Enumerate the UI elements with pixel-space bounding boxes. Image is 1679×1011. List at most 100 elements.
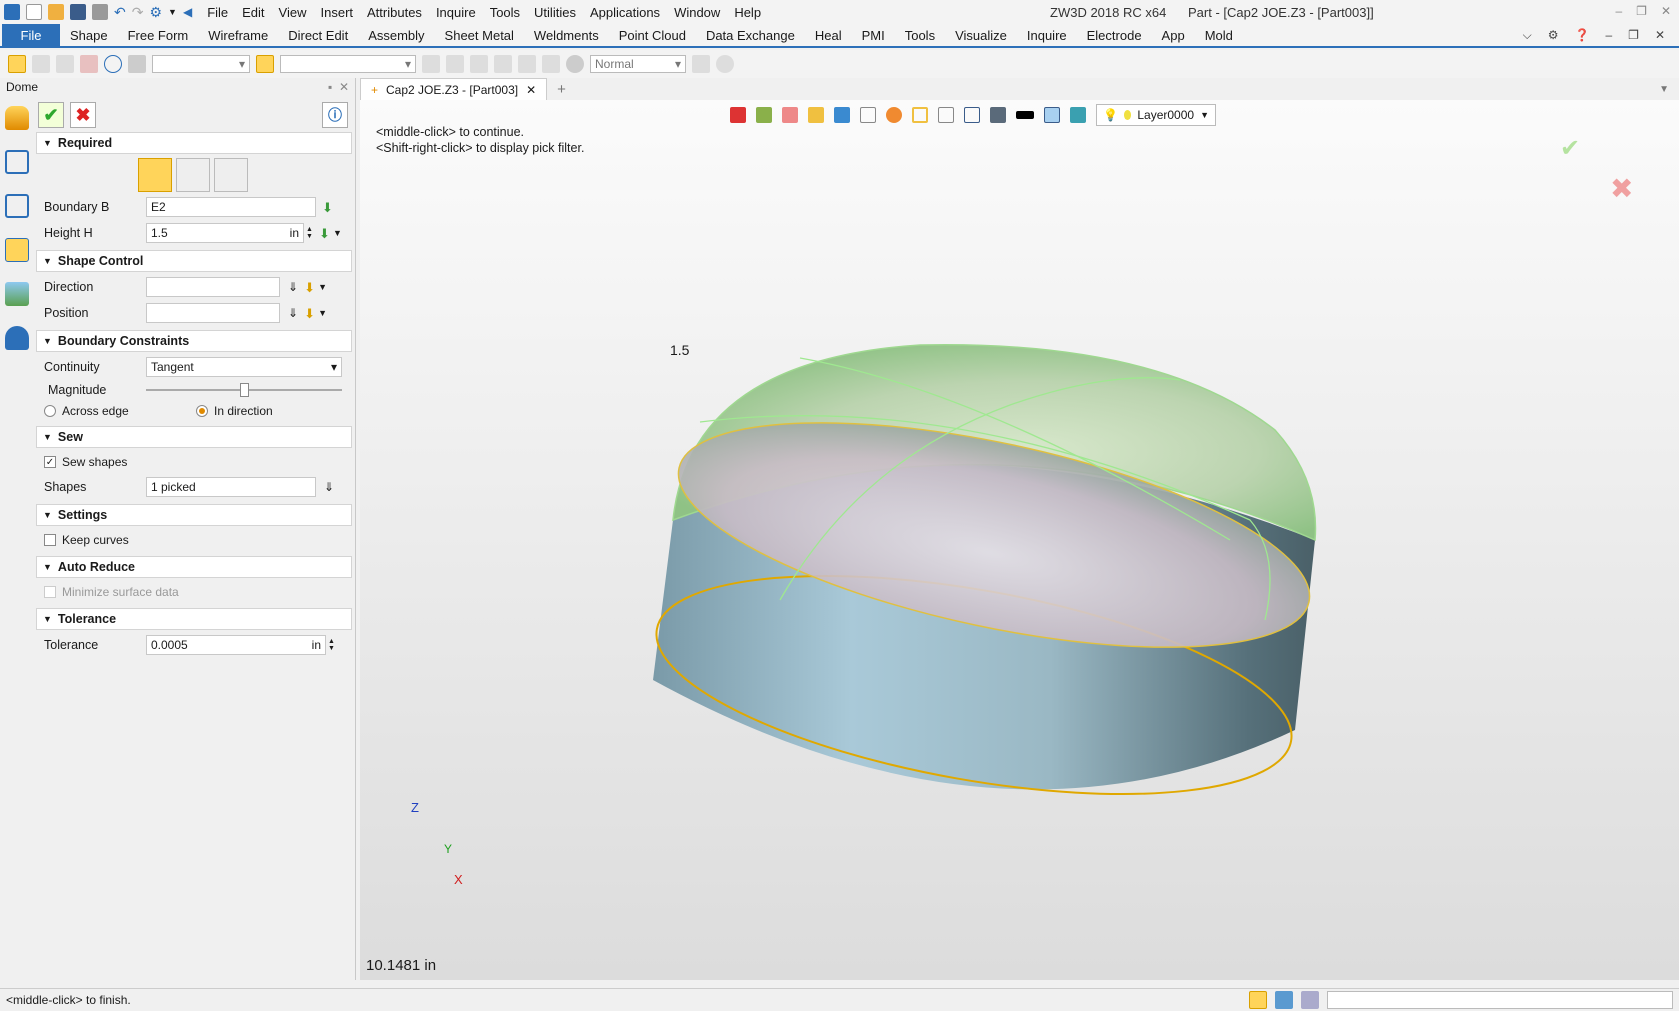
sew-shapes-checkbox[interactable]: ✓ <box>44 456 56 468</box>
panel-pin-icon[interactable]: ▪ <box>328 80 332 94</box>
tab-inquire[interactable]: Inquire <box>1017 28 1077 43</box>
doc-close-icon[interactable]: ✕ <box>1655 28 1665 43</box>
tolerance-field[interactable]: 0.0005 in <box>146 635 326 655</box>
filter-icon[interactable] <box>128 55 146 73</box>
filter-dropdown[interactable]: ▾ <box>152 55 250 73</box>
menu-file[interactable]: File <box>200 5 235 20</box>
pick-height-icon[interactable]: ⬇ <box>319 226 333 241</box>
section-sew[interactable]: Sew <box>36 426 352 448</box>
render-icon[interactable] <box>566 55 584 73</box>
ribbon-collapse-icon[interactable]: ⌵ <box>1523 28 1532 43</box>
menu-applications[interactable]: Applications <box>583 5 667 20</box>
hexagon-icon[interactable] <box>104 55 122 73</box>
save-icon[interactable] <box>70 4 86 20</box>
tab-pmi[interactable]: PMI <box>852 28 895 43</box>
panel-close-icon[interactable]: ✕ <box>339 80 349 94</box>
tab-overflow-icon[interactable]: ▼ <box>1659 84 1669 95</box>
render-mode-select[interactable]: Normal ▾ <box>590 55 686 73</box>
status-view-icon-1[interactable] <box>1249 991 1267 1009</box>
pick-dropdown[interactable]: ▾ <box>280 55 416 73</box>
file-tab[interactable]: File <box>2 24 60 46</box>
snap-icon-5[interactable] <box>518 55 536 73</box>
across-edge-radio[interactable] <box>44 405 56 417</box>
height-spinner[interactable]: ▲ ▼ <box>306 226 313 240</box>
menu-help[interactable]: Help <box>727 5 768 20</box>
smart-pick-icon[interactable] <box>256 55 274 73</box>
gear-select-icon[interactable]: ⚙ <box>149 4 162 21</box>
tab-weldments[interactable]: Weldments <box>524 28 609 43</box>
doc-restore-icon[interactable]: ❐ <box>1628 28 1639 43</box>
feature-icon[interactable] <box>5 106 29 130</box>
redo-icon[interactable]: ↷ <box>132 4 144 21</box>
direction-dropdown-icon[interactable]: ▼ <box>318 282 327 292</box>
menu-view[interactable]: View <box>272 5 314 20</box>
print-icon[interactable] <box>92 4 108 20</box>
snap-icon-1[interactable] <box>422 55 440 73</box>
tree-icon[interactable] <box>5 194 29 218</box>
shapes-field[interactable]: 1 picked <box>146 477 316 497</box>
minimize-checkbox[interactable] <box>44 586 56 598</box>
section-required[interactable]: Required <box>36 132 352 154</box>
restore-icon[interactable]: ❐ <box>1636 4 1647 18</box>
tab-mold[interactable]: Mold <box>1195 28 1243 43</box>
menu-utilities[interactable]: Utilities <box>527 5 583 20</box>
cancel-button[interactable]: ✖ <box>70 102 96 128</box>
menu-edit[interactable]: Edit <box>235 5 271 20</box>
back-arrow-icon[interactable]: ◀ <box>183 5 192 19</box>
tab-data-exchange[interactable]: Data Exchange <box>696 28 805 43</box>
tab-direct-edit[interactable]: Direct Edit <box>278 28 358 43</box>
across-edge-option[interactable]: Across edge <box>44 404 196 418</box>
position-dropdown-icon[interactable]: ▼ <box>318 308 327 318</box>
pick-boundary-icon[interactable]: ⬇ <box>322 200 336 215</box>
minimize-icon[interactable]: – <box>1615 4 1622 18</box>
history-icon[interactable] <box>5 150 29 174</box>
dropdown-icon[interactable]: ▼ <box>168 7 177 17</box>
tab-visualize[interactable]: Visualize <box>945 28 1017 43</box>
tab-heal[interactable]: Heal <box>805 28 852 43</box>
status-input[interactable] <box>1327 991 1673 1009</box>
status-view-icon-3[interactable] <box>1301 991 1319 1009</box>
open-folder-icon[interactable] <box>48 4 64 20</box>
graphics-viewport[interactable]: 💡 Layer0000 ▼ <middle-click> to continue… <box>360 100 1679 980</box>
settings-gear-icon[interactable]: ⚙ <box>1548 28 1559 43</box>
app-logo-icon[interactable] <box>4 4 20 20</box>
section-shape-control[interactable]: Shape Control <box>36 250 352 272</box>
doc-tab[interactable]: + Cap2 JOE.Z3 - [Part003] ✕ <box>360 78 548 100</box>
undo-icon[interactable]: ↶ <box>114 4 126 21</box>
new-file-icon[interactable] <box>26 4 42 20</box>
in-direction-radio[interactable] <box>196 405 208 417</box>
info-button[interactable]: ⓘ <box>322 102 348 128</box>
boundary-field[interactable]: E2 <box>146 197 316 217</box>
magnitude-slider-thumb[interactable] <box>239 383 249 397</box>
new-tab-icon[interactable]: + <box>557 81 566 98</box>
target-icon[interactable] <box>716 55 734 73</box>
doc-minimize-icon[interactable]: – <box>1605 28 1612 43</box>
menu-insert[interactable]: Insert <box>314 5 361 20</box>
menu-attributes[interactable]: Attributes <box>360 5 429 20</box>
keep-curves-checkbox[interactable] <box>44 534 56 546</box>
magnitude-slider[interactable] <box>146 383 342 397</box>
remove-icon[interactable] <box>56 55 74 73</box>
snap-icon-6[interactable] <box>542 55 560 73</box>
close-icon[interactable]: ✕ <box>1661 4 1671 18</box>
snap-icon-4[interactable] <box>494 55 512 73</box>
part-icon[interactable] <box>5 238 29 262</box>
in-direction-option[interactable]: In direction <box>196 404 273 418</box>
tab-free-form[interactable]: Free Form <box>118 28 199 43</box>
menu-inquire[interactable]: Inquire <box>429 5 483 20</box>
dome-type-round-button[interactable] <box>138 158 172 192</box>
section-settings[interactable]: Settings <box>36 504 352 526</box>
dome-type-cap-button[interactable] <box>176 158 210 192</box>
height-field[interactable]: 1.5 in <box>146 223 304 243</box>
position-field[interactable] <box>146 303 280 323</box>
direction-field[interactable] <box>146 277 280 297</box>
image-icon[interactable] <box>5 282 29 306</box>
select-mode-icon[interactable] <box>80 55 98 73</box>
pick-filter-icon[interactable] <box>8 55 26 73</box>
pick-position-icon[interactable]: ⬇ <box>304 306 318 321</box>
tab-assembly[interactable]: Assembly <box>358 28 434 43</box>
tab-point-cloud[interactable]: Point Cloud <box>609 28 696 43</box>
continuity-select[interactable]: Tangent ▾ <box>146 357 342 377</box>
pick-direction-icon[interactable]: ⬇ <box>304 280 318 295</box>
menu-window[interactable]: Window <box>667 5 727 20</box>
